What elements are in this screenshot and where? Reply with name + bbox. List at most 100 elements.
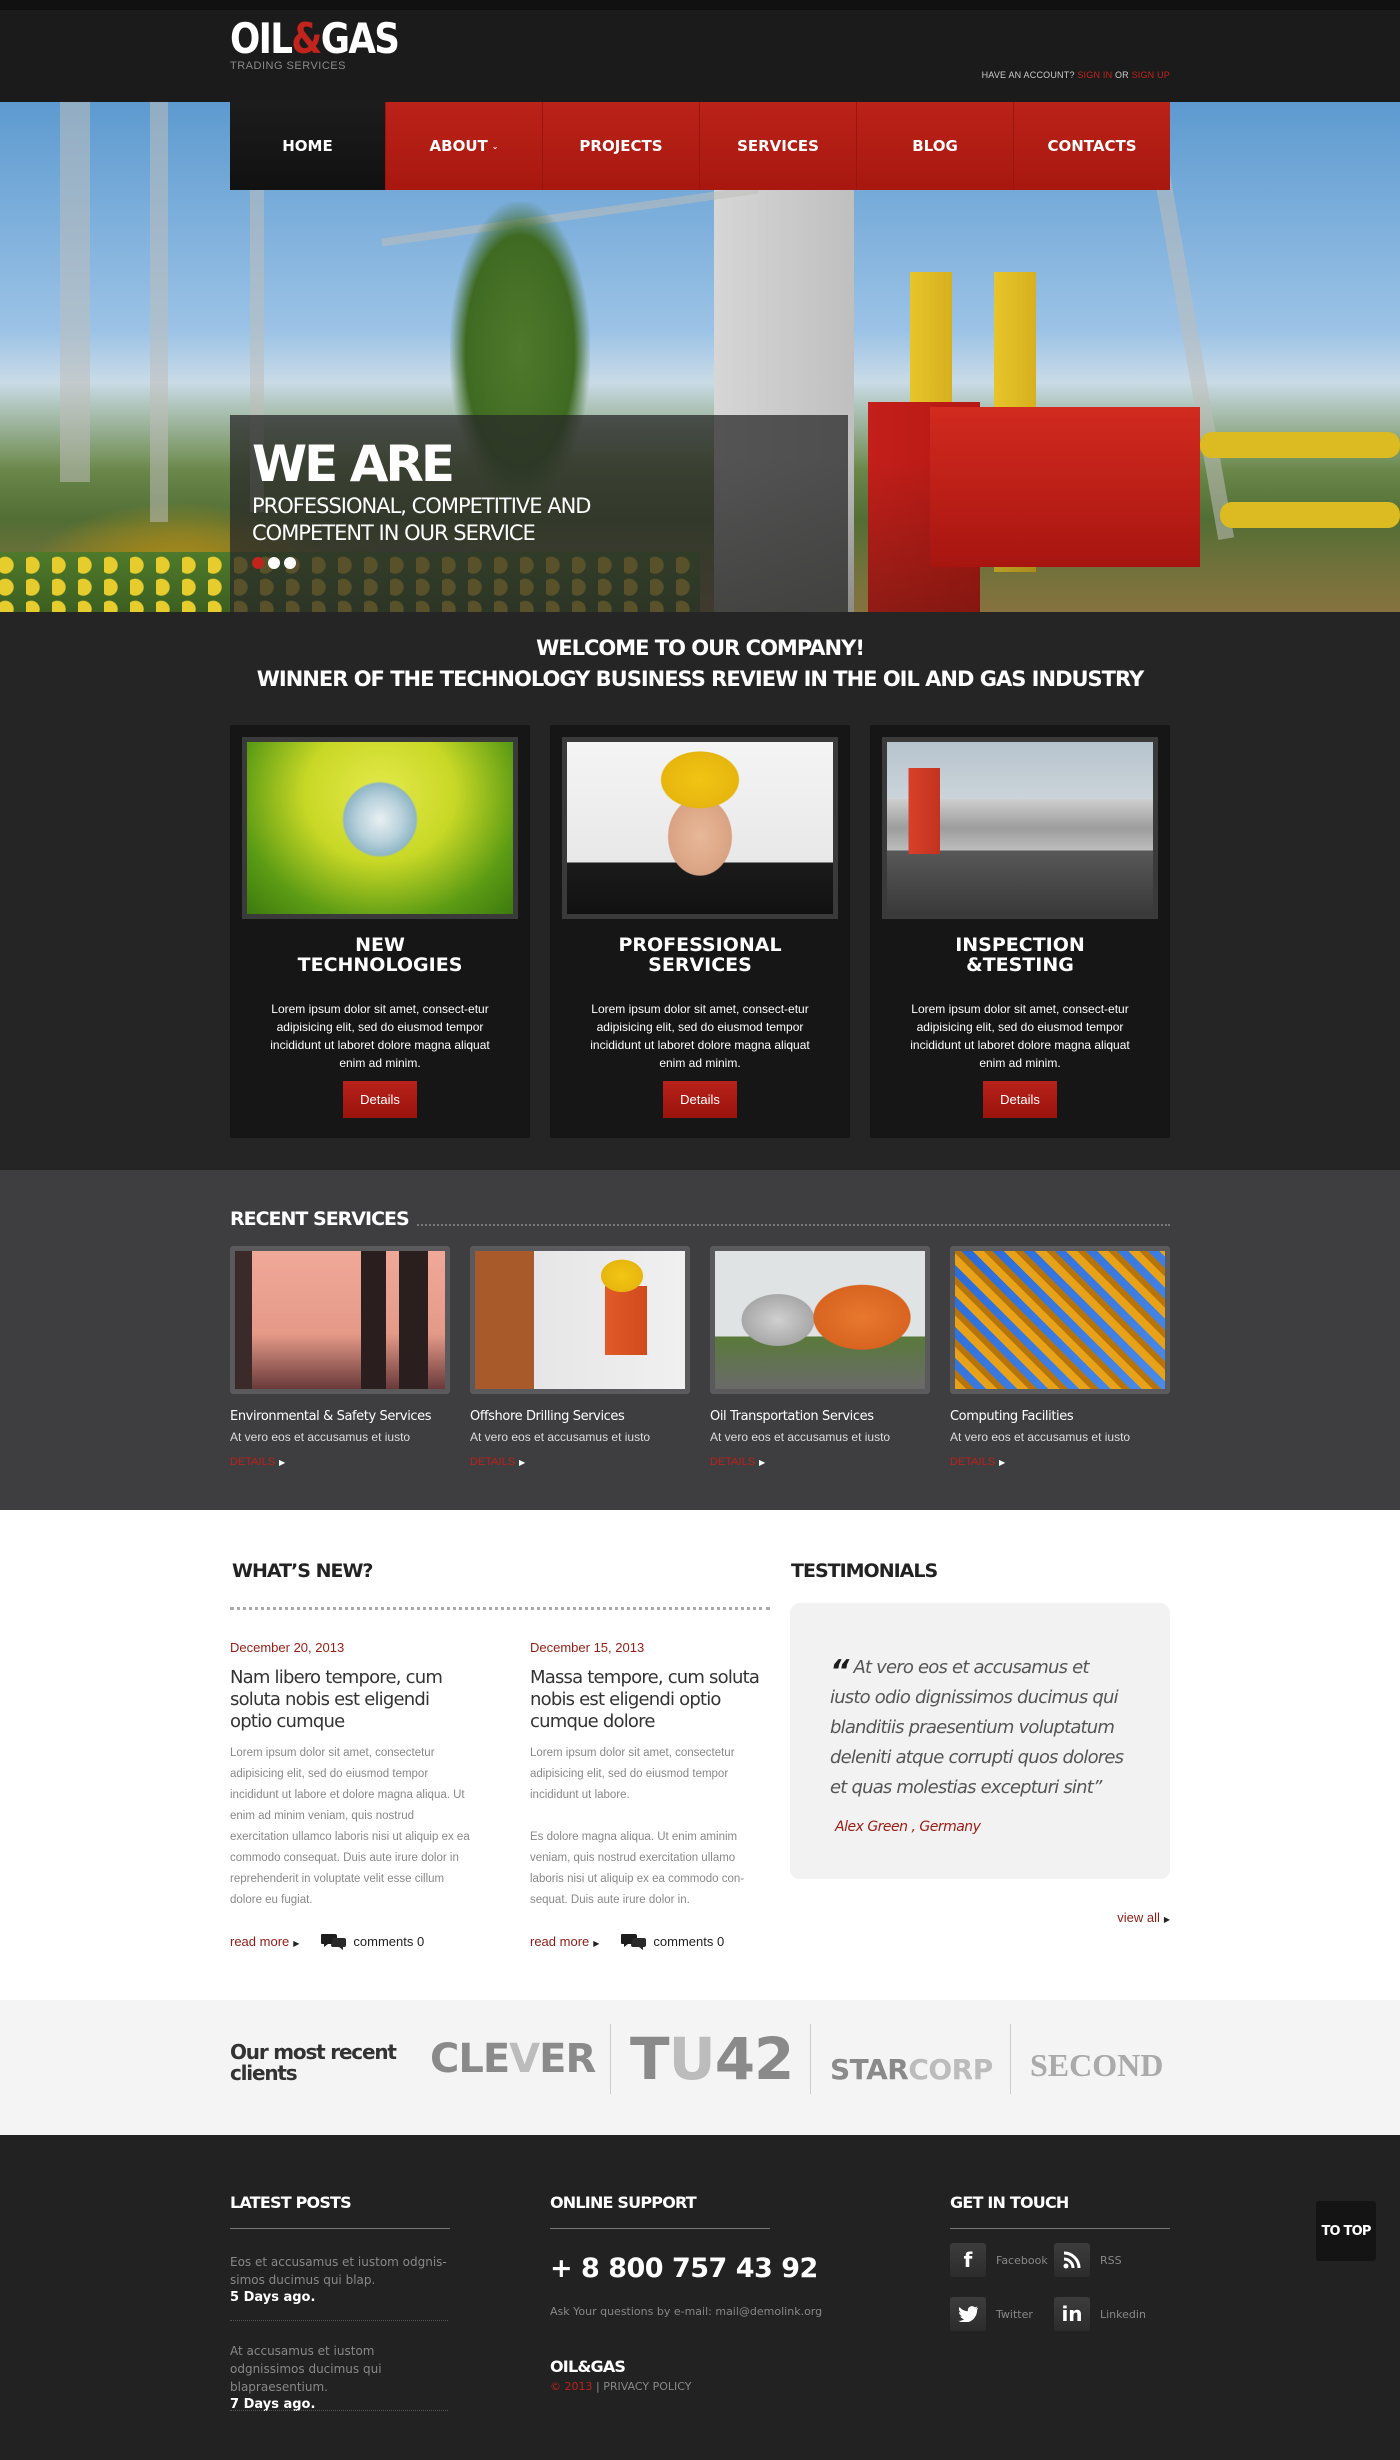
nav-contacts[interactable]: CONTACTS xyxy=(1013,102,1170,190)
service-details-link[interactable]: DETAILS ▶ xyxy=(950,1456,1005,1468)
slider-pagination xyxy=(252,557,296,569)
service-image-frame[interactable] xyxy=(710,1246,930,1394)
feature-title: NEW TECHNOLOGIES xyxy=(230,935,530,975)
nav-about-label: ABOUT xyxy=(429,137,488,155)
latest-post-text: Eos et accusamus et iustom odgnis-simos … xyxy=(230,2255,447,2287)
logo-text: SECOND xyxy=(1030,2046,1164,2083)
dotted-divider xyxy=(230,1607,770,1610)
client-divider xyxy=(810,2024,811,2094)
feature-title-line2: &TESTING xyxy=(966,954,1074,976)
clients-section: Our most recent clients CLE V ER T U 42 STAR C… xyxy=(0,2000,1400,2135)
details-link-label: DETAILS xyxy=(710,1456,756,1468)
service-image-frame[interactable] xyxy=(470,1246,690,1394)
details-button[interactable]: Details xyxy=(983,1081,1057,1118)
logo[interactable]: OIL&GAS TRADING SERVICES xyxy=(230,18,428,73)
nav-about[interactable]: ABOUT ⌄ xyxy=(385,102,542,190)
logo-text: CLE xyxy=(430,2036,510,2082)
feature-title: PROFESSIONAL SERVICES xyxy=(550,935,850,975)
comments-icon xyxy=(321,1934,347,1950)
facebook-link[interactable]: f Facebook xyxy=(950,2243,1048,2277)
read-more-label: read more xyxy=(230,1933,290,1949)
feature-card: PROFESSIONAL SERVICES Lorem ipsum dolor s… xyxy=(550,725,850,1138)
latest-post-item[interactable]: Eos et accusamus et iustom odgnis-simos … xyxy=(230,2253,448,2307)
client-logo-starcorp[interactable]: STAR CORP xyxy=(830,2034,993,2104)
privacy-policy-link[interactable]: PRIVACY POLICY xyxy=(603,2380,691,2393)
slider-dot-3[interactable] xyxy=(284,557,296,569)
welcome-heading: WELCOME TO OUR COMPANY! xyxy=(536,636,865,660)
client-divider xyxy=(1010,2024,1011,2094)
post-body: Lorem ipsum dolor sit amet, consectetur … xyxy=(230,1747,470,1906)
feature-title-line2: SERVICES xyxy=(648,954,752,976)
welcome-subheading: WINNER OF THE TECHNOLOGY BUSINESS REVIEW… xyxy=(256,667,1144,691)
arrow-right-icon: ▶ xyxy=(293,1938,300,1948)
comments-count[interactable]: comments 0 xyxy=(353,1934,424,1949)
slider-dot-1[interactable] xyxy=(252,557,264,569)
hero-yellow-pipe xyxy=(1200,432,1400,458)
clients-label-line2: clients xyxy=(230,2061,298,2085)
details-button[interactable]: Details xyxy=(343,1081,417,1118)
latest-post-item[interactable]: At accusamus et iustom odgnissimos ducim… xyxy=(230,2342,448,2414)
slider-dot-2[interactable] xyxy=(268,557,280,569)
nav-projects[interactable]: PROJECTS xyxy=(542,102,699,190)
client-logo-tu42[interactable]: T U 42 xyxy=(630,2024,794,2094)
footer-rule xyxy=(550,2228,770,2229)
hero-heading: WE ARE xyxy=(252,435,455,493)
details-button[interactable]: Details xyxy=(663,1081,737,1118)
offshore-worker-image xyxy=(475,1251,685,1389)
post-title[interactable]: Nam libero tempore, cum soluta nobis est… xyxy=(230,1667,470,1733)
to-top-button[interactable]: TO TOP xyxy=(1316,2201,1376,2261)
service-image-frame[interactable] xyxy=(950,1246,1170,1394)
quote-mark-icon: “ xyxy=(830,1654,849,1689)
rss-link[interactable]: RSS xyxy=(1054,2243,1122,2277)
twitter-link[interactable]: Twitter xyxy=(950,2297,1033,2331)
details-link-label: DETAILS xyxy=(470,1456,516,1468)
service-item: Environmental & Safety Services At vero … xyxy=(230,1246,450,1470)
service-details-link[interactable]: DETAILS ▶ xyxy=(470,1456,525,1468)
twitter-label: Twitter xyxy=(996,2307,1033,2321)
service-text: At vero eos et accusamus et iusto xyxy=(950,1430,1131,1444)
comments-count[interactable]: comments 0 xyxy=(653,1934,724,1949)
arrow-right-icon: ▶ xyxy=(999,1458,1006,1467)
feature-title: INSPECTION &TESTING xyxy=(870,935,1170,975)
footer-rule xyxy=(230,2228,450,2229)
linkedin-link[interactable]: in Linkedin xyxy=(1054,2297,1146,2331)
details-link-label: DETAILS xyxy=(950,1456,996,1468)
sign-up-link[interactable]: SIGN UP xyxy=(1132,70,1170,80)
nav-home[interactable]: HOME xyxy=(230,102,385,190)
logo-text: STAR xyxy=(830,2052,909,2086)
facebook-label: Facebook xyxy=(996,2253,1048,2267)
feature-image-frame xyxy=(242,737,518,919)
client-logo-clever[interactable]: CLE V ER xyxy=(430,2024,596,2094)
whats-new-title: WHAT’S NEW? xyxy=(232,1560,373,1582)
latest-posts-title: LATEST POSTS xyxy=(230,2193,352,2212)
hero-subheading: PROFESSIONAL, COMPETITIVE AND COMPETENT … xyxy=(252,494,591,545)
service-details-link[interactable]: DETAILS ▶ xyxy=(230,1456,285,1468)
post-title[interactable]: Massa tempore, cum soluta nobis est elig… xyxy=(530,1667,770,1733)
view-all-link[interactable]: view all ▶ xyxy=(1117,1910,1170,1925)
read-more-link[interactable]: read more ▶ xyxy=(230,1934,299,1949)
news-post: December 20, 2013 Nam libero tempore, cu… xyxy=(230,1640,470,1950)
support-email-text[interactable]: Ask Your questions by e-mail: mail@demol… xyxy=(550,2305,822,2318)
clients-label: Our most recent clients xyxy=(230,2042,397,2085)
service-image-frame[interactable] xyxy=(230,1246,450,1394)
footer-brand: OIL&GAS xyxy=(550,2357,626,2376)
testimonial-card: “ At vero eos et accusamus et iusto odio… xyxy=(790,1603,1170,1879)
tanker-image xyxy=(887,742,1153,914)
testimonial-quote: “ At vero eos et accusamus et iusto odio… xyxy=(830,1653,1130,1803)
support-phone[interactable]: + 8 800 757 43 92 xyxy=(550,2253,818,2284)
globe-grass-image xyxy=(247,742,513,914)
sign-in-link[interactable]: SIGN IN xyxy=(1077,70,1112,80)
nav-services[interactable]: SERVICES xyxy=(699,102,856,190)
nav-blog[interactable]: BLOG xyxy=(856,102,1013,190)
copyright: © 2013 | PRIVACY POLICY xyxy=(550,2380,691,2393)
client-logo-second[interactable]: SECOND xyxy=(1030,2030,1163,2100)
read-more-link[interactable]: read more ▶ xyxy=(530,1934,599,1949)
linkedin-icon: in xyxy=(1054,2297,1090,2331)
testimonials-title: TESTIMONIALS xyxy=(791,1560,938,1582)
nav-projects-label: PROJECTS xyxy=(579,137,663,155)
arrow-right-icon: ▶ xyxy=(593,1938,600,1948)
feature-image-frame xyxy=(562,737,838,919)
feature-text: Lorem ipsum dolor sit amet, consect-etur… xyxy=(910,1002,1130,1070)
read-more-label: read more xyxy=(530,1933,590,1949)
service-details-link[interactable]: DETAILS ▶ xyxy=(710,1456,765,1468)
